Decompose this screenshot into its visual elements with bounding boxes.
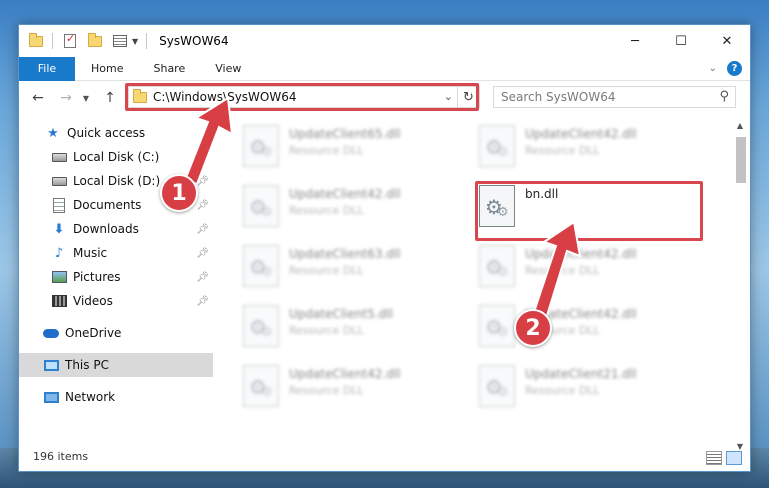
arrow-to-file bbox=[530, 220, 582, 324]
arrow-to-address bbox=[183, 96, 234, 186]
step-2-badge: 2 bbox=[514, 309, 552, 347]
callout-arrows bbox=[183, 96, 582, 324]
step-1-badge: 1 bbox=[160, 174, 198, 212]
